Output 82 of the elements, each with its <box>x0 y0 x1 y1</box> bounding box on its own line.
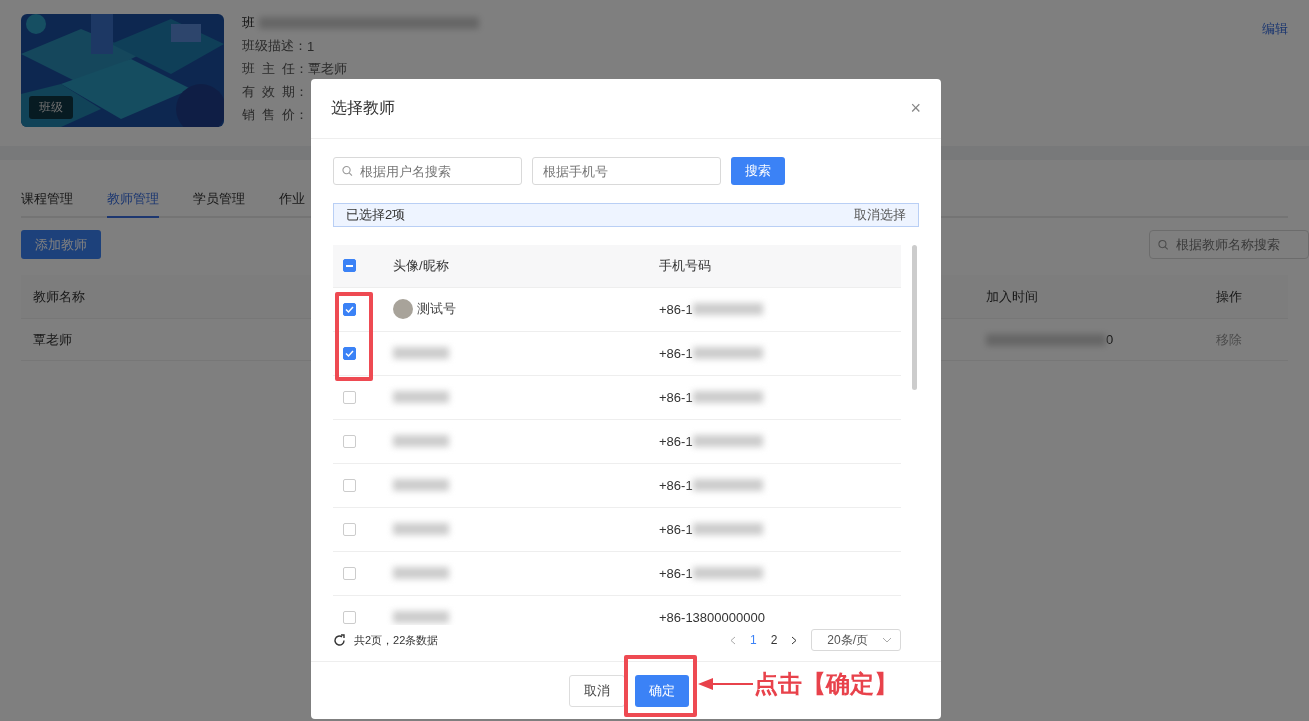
search-icon <box>1158 238 1169 251</box>
blurred-text <box>692 391 763 404</box>
phone-number: +86-1 <box>659 433 901 449</box>
minus-icon <box>346 264 353 267</box>
row-checkbox[interactable] <box>343 566 356 580</box>
close-button[interactable]: × <box>910 98 921 119</box>
blurred-text <box>393 567 449 580</box>
previous-page-icon[interactable] <box>729 635 736 645</box>
refresh-icon[interactable] <box>333 633 346 647</box>
search-icon <box>342 165 353 177</box>
phone-input[interactable]: 根据手机号 <box>541 162 712 180</box>
field-label: 销 售 价： <box>242 106 309 124</box>
tab[interactable]: 学员管理 <box>193 186 245 218</box>
blurred-text <box>692 347 763 360</box>
username-input[interactable]: 根据用户名搜索 <box>357 162 513 180</box>
column-header: 头像/昵称 <box>393 256 450 275</box>
pagination-summary: 共2页，22条数据 <box>354 632 439 648</box>
phone-number: +86-1 <box>659 565 901 581</box>
blurred-text <box>393 347 449 360</box>
check-icon <box>345 304 354 314</box>
phone-number: +86-1 <box>659 521 901 537</box>
badge: 班级 <box>29 96 73 119</box>
blurred-text <box>692 435 763 448</box>
row-checkbox[interactable] <box>343 522 356 536</box>
column-header: 操作 <box>1216 287 1243 306</box>
blurred-text <box>393 435 449 448</box>
row-checkbox[interactable] <box>343 434 356 448</box>
column-header: 手机号码 <box>659 256 712 275</box>
phone-number: +86-1 <box>659 477 901 493</box>
row-checkbox[interactable] <box>343 390 356 404</box>
field-label: 班 主 任： <box>242 60 309 78</box>
blurred-text <box>692 523 763 536</box>
search-field[interactable]: 根据教师名称搜索 <box>1149 230 1309 259</box>
blurred-text <box>692 479 763 492</box>
selection-count: 已选择2项 <box>346 205 406 224</box>
blurred-text <box>393 391 449 404</box>
nickname: 测试号 <box>417 300 456 319</box>
search-input[interactable]: 根据教师名称搜索 <box>1173 236 1300 253</box>
edit-link[interactable]: 编辑 <box>1262 20 1288 38</box>
dialog-title: 选择教师 <box>331 98 395 118</box>
column-header: 加入时间 <box>986 287 1039 306</box>
blurred-text <box>692 303 763 316</box>
row-checkbox[interactable] <box>343 346 356 360</box>
blurred-text <box>393 479 449 492</box>
next-page-icon[interactable] <box>791 635 798 645</box>
blurred-text <box>692 567 763 580</box>
avatar-icon <box>393 299 413 320</box>
select-all-checkbox[interactable] <box>343 259 356 273</box>
blurred-text <box>393 611 449 624</box>
table-cell: 0 <box>986 332 1216 347</box>
phone-search-field[interactable]: 根据手机号 <box>532 157 721 185</box>
page-size-select[interactable]: 20条/页 <box>811 629 901 652</box>
phone-number: +86-1 <box>659 345 901 361</box>
confirm-button[interactable]: 确定 <box>635 674 689 707</box>
page-button[interactable]: 2 <box>770 633 778 648</box>
page-button[interactable]: 1 <box>749 633 757 648</box>
row-checkbox[interactable] <box>343 478 356 492</box>
class-title: 班 <box>242 14 255 32</box>
phone-number: +86-1 <box>659 301 901 317</box>
username-search-field[interactable]: 根据用户名搜索 <box>333 157 522 185</box>
arrow-icon <box>697 676 753 692</box>
table-cell-text: 覃老师 <box>33 330 73 349</box>
column-header: 教师名称 <box>33 287 86 306</box>
chevron-down-icon <box>882 637 892 644</box>
add-teacher-button[interactable]: 添加教师 <box>21 230 101 259</box>
row-checkbox[interactable] <box>343 302 356 316</box>
field-label: 班级描述： <box>242 37 307 55</box>
tab[interactable]: 课程管理 <box>21 186 73 218</box>
check-icon <box>345 348 354 358</box>
field-value: 覃老师 <box>308 60 348 78</box>
phone-number: +86-1 <box>659 389 901 405</box>
tab[interactable]: 作业 <box>279 186 305 218</box>
row-checkbox[interactable] <box>343 610 356 624</box>
cancel-button[interactable]: 取消 <box>569 674 625 707</box>
search-button[interactable]: 搜索 <box>731 157 785 185</box>
tab[interactable]: 教师管理 <box>107 186 159 218</box>
phone-number: +86-13800000000 <box>659 609 766 625</box>
field-value: 1 <box>307 38 315 54</box>
blurred-text <box>393 523 449 536</box>
clear-selection-link[interactable]: 取消选择 <box>854 205 906 224</box>
field-label: 有 效 期： <box>242 83 309 101</box>
annotation-text: 点击【确定】 <box>754 670 898 699</box>
